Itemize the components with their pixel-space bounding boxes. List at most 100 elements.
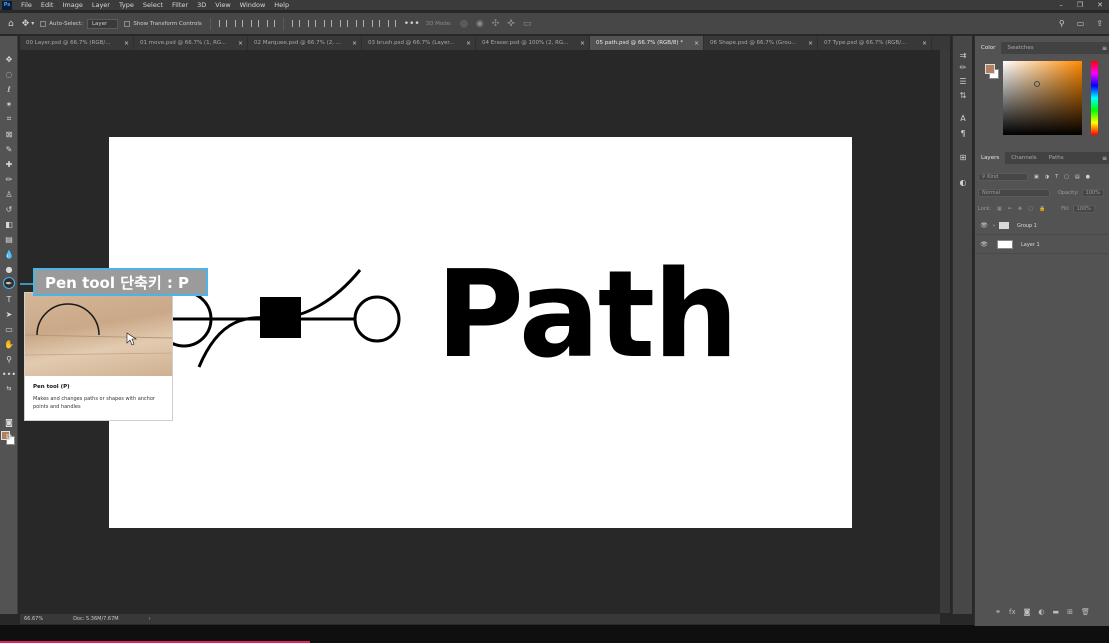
frame-tool-icon[interactable]: ⊠ bbox=[3, 128, 15, 140]
properties-icon[interactable]: ⇅ bbox=[958, 90, 968, 100]
history-icon[interactable]: ⇉ bbox=[958, 50, 968, 60]
panel-menu-icon[interactable]: ≡ bbox=[1102, 155, 1107, 162]
visibility-eye-icon[interactable]: 👁 bbox=[979, 222, 989, 229]
close-icon[interactable]: × bbox=[124, 40, 129, 47]
blur-tool-icon[interactable]: 💧 bbox=[3, 248, 15, 260]
panel-menu-icon[interactable]: ≡ bbox=[1102, 45, 1107, 52]
link-layers-icon[interactable]: ⚭ bbox=[995, 608, 1001, 616]
lock-position-icon[interactable]: ✥ bbox=[1018, 206, 1022, 212]
3d-roll-icon[interactable]: ◉ bbox=[476, 19, 484, 29]
zoom-level[interactable]: 66.67% bbox=[24, 616, 43, 622]
align-bottom-icon[interactable] bbox=[307, 20, 316, 27]
filter-smart-icon[interactable]: ▤ bbox=[1075, 174, 1080, 180]
layer-style-icon[interactable]: fx bbox=[1009, 608, 1016, 616]
tab-04-eraser[interactable]: 04 Eraser.psd @ 100% (2, RG... × bbox=[476, 36, 590, 50]
distribute-right-icon[interactable] bbox=[387, 20, 396, 27]
menu-edit[interactable]: Edit bbox=[41, 1, 54, 9]
tab-06-shape[interactable]: 06 Shape.psd @ 66.7% (Grou... × bbox=[704, 36, 818, 50]
menu-layer[interactable]: Layer bbox=[92, 1, 110, 9]
3d-pan-icon[interactable]: ✣ bbox=[492, 19, 500, 29]
tab-color[interactable]: Color bbox=[975, 42, 1002, 54]
eyedropper-tool-icon[interactable]: ✎ bbox=[3, 143, 15, 155]
distribute-bottom-icon[interactable] bbox=[355, 20, 364, 27]
delete-layer-icon[interactable]: 🗑 bbox=[1081, 608, 1090, 616]
menu-select[interactable]: Select bbox=[143, 1, 163, 9]
move-tool-preset-icon[interactable]: ✥ bbox=[22, 19, 30, 29]
3d-orbit-icon[interactable]: ◎ bbox=[460, 19, 468, 29]
add-mask-icon[interactable]: ◙ bbox=[1024, 608, 1031, 616]
distribute-left-icon[interactable] bbox=[371, 20, 380, 27]
tab-channels[interactable]: Channels bbox=[1005, 152, 1042, 164]
tab-swatches[interactable]: Swatches bbox=[1001, 42, 1039, 54]
chevron-down-icon[interactable]: ▾ bbox=[31, 20, 34, 27]
tab-01-move[interactable]: 01 move.psd @ 66.7% (1, RG... × bbox=[134, 36, 248, 50]
workspace-icon[interactable]: ▭ bbox=[1077, 19, 1085, 28]
search-icon[interactable]: ⚲ bbox=[1059, 19, 1065, 28]
new-layer-icon[interactable]: ⊞ bbox=[1067, 608, 1073, 616]
photoshop-logo-icon[interactable]: Ps bbox=[2, 0, 12, 10]
close-icon[interactable]: × bbox=[808, 40, 813, 47]
more-options-icon[interactable]: ••• bbox=[404, 19, 420, 29]
eraser-tool-icon[interactable]: ◧ bbox=[3, 218, 15, 230]
menu-file[interactable]: File bbox=[21, 1, 32, 9]
close-icon[interactable]: × bbox=[352, 40, 357, 47]
opacity-input[interactable]: 100% bbox=[1081, 189, 1104, 197]
color-picker-cursor[interactable] bbox=[1034, 81, 1040, 87]
restore-icon[interactable]: ❐ bbox=[1077, 1, 1083, 9]
crop-tool-icon[interactable]: ⌗ bbox=[3, 113, 15, 125]
filter-pixel-icon[interactable]: ▣ bbox=[1034, 174, 1039, 180]
libraries-icon[interactable]: ⊞ bbox=[958, 152, 968, 162]
menu-type[interactable]: Type bbox=[119, 1, 134, 9]
minimize-icon[interactable]: – bbox=[1059, 1, 1063, 9]
tab-paths[interactable]: Paths bbox=[1043, 152, 1070, 164]
align-right-icon[interactable] bbox=[250, 20, 259, 27]
adjustment-layer-icon[interactable]: ◐ bbox=[1038, 608, 1044, 616]
tab-02-marquee[interactable]: 02 Marquee.psd @ 66.7% (2, ... × bbox=[248, 36, 362, 50]
close-icon[interactable]: × bbox=[694, 40, 699, 47]
screen-mode-icon[interactable]: ⧉ bbox=[3, 431, 15, 443]
dodge-tool-icon[interactable]: ● bbox=[3, 263, 15, 275]
filter-toggle-icon[interactable]: ● bbox=[1086, 174, 1090, 180]
tab-05-path[interactable]: 05 path.psd @ 66.7% (RGB/8) * × bbox=[590, 36, 704, 50]
close-icon[interactable]: × bbox=[238, 40, 243, 47]
distribute-middle-icon[interactable] bbox=[339, 20, 348, 27]
align-middle-icon[interactable] bbox=[291, 20, 300, 27]
distribute-top-icon[interactable] bbox=[323, 20, 332, 27]
status-menu-arrow[interactable]: › bbox=[149, 616, 151, 622]
history-brush-tool-icon[interactable]: ↺ bbox=[3, 203, 15, 215]
3d-slide-icon[interactable]: ✜ bbox=[507, 19, 515, 29]
quick-mask-icon[interactable]: ◙ bbox=[3, 416, 15, 428]
menu-filter[interactable]: Filter bbox=[172, 1, 188, 9]
lock-transparent-icon[interactable]: ▦ bbox=[997, 206, 1002, 212]
tab-layers[interactable]: Layers bbox=[975, 152, 1006, 164]
move-tool-icon[interactable]: ✥ bbox=[3, 53, 15, 65]
align-left-icon[interactable] bbox=[218, 20, 227, 27]
new-group-icon[interactable]: ▬ bbox=[1053, 608, 1060, 616]
rectangle-tool-icon[interactable]: ▭ bbox=[3, 323, 15, 335]
expand-chevron-icon[interactable]: › bbox=[993, 223, 995, 229]
healing-brush-tool-icon[interactable]: ✚ bbox=[3, 158, 15, 170]
fill-input[interactable]: 100% bbox=[1072, 205, 1095, 213]
hue-slider[interactable] bbox=[1091, 61, 1098, 135]
lasso-tool-icon[interactable]: ℓ bbox=[3, 83, 15, 95]
tab-03-brush[interactable]: 03 brush.psd @ 66.7% (Layer... × bbox=[362, 36, 476, 50]
layer-filter-kind[interactable]: ⚲ Kind bbox=[978, 173, 1028, 181]
auto-select-checkbox[interactable]: Auto-Select: bbox=[40, 20, 83, 27]
menu-image[interactable]: Image bbox=[62, 1, 82, 9]
blend-mode-dropdown[interactable]: Normal bbox=[978, 189, 1050, 197]
align-center-icon[interactable] bbox=[234, 20, 243, 27]
styles-icon[interactable]: ◐ bbox=[958, 177, 968, 187]
visibility-eye-icon[interactable]: 👁 bbox=[979, 241, 989, 248]
edit-toolbar-icon[interactable]: ••• bbox=[2, 368, 16, 380]
close-window-icon[interactable]: ✕ bbox=[1097, 1, 1103, 9]
adjustments-icon[interactable]: ☰ bbox=[958, 76, 968, 86]
tab-07-type[interactable]: 07 Type.psd @ 66.7% (RGB/... × bbox=[818, 36, 932, 50]
close-icon[interactable]: × bbox=[580, 40, 585, 47]
menu-3d[interactable]: 3D bbox=[197, 1, 206, 9]
close-icon[interactable]: × bbox=[466, 40, 471, 47]
filter-adjustment-icon[interactable]: ◑ bbox=[1045, 174, 1049, 180]
transform-controls-checkbox[interactable]: Show Transform Controls bbox=[124, 20, 202, 27]
share-icon[interactable]: ⇪ bbox=[1096, 19, 1103, 28]
layer-row-group-1[interactable]: 👁 › Group 1 bbox=[975, 217, 1109, 235]
zoom-tool-icon[interactable]: ⚲ bbox=[3, 353, 15, 365]
